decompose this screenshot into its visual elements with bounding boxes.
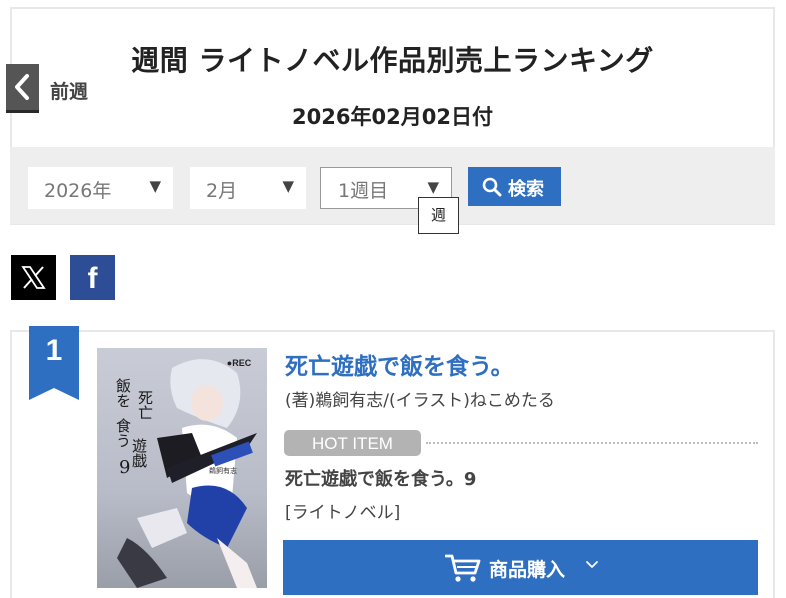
year-select-value: 2026年 xyxy=(44,180,112,202)
rec-text: ●REC xyxy=(227,358,252,368)
previous-week-link[interactable]: 前週 xyxy=(6,64,106,114)
rank-number: 1 xyxy=(45,334,63,367)
caret-down-icon: ▼ xyxy=(282,177,294,195)
caret-down-icon: ▼ xyxy=(427,178,439,196)
chevron-left-icon xyxy=(6,64,39,110)
cover-title-line: 遊戯 xyxy=(130,438,148,469)
search-button[interactable]: 検索 xyxy=(468,167,561,206)
book-cover-image[interactable]: ●REC 死亡 遊戯 飯を 食う 9 鵜飼有志 xyxy=(97,348,267,588)
buy-button[interactable]: 商品購入 xyxy=(283,540,758,595)
cover-title-line: 飯を xyxy=(114,378,132,408)
item-author: (著)鵜飼有志/(イラスト)ねこめたる xyxy=(285,391,555,411)
search-icon xyxy=(482,177,502,197)
year-select[interactable]: 2026年 ▼ xyxy=(28,167,173,209)
facebook-icon: f xyxy=(87,262,98,295)
cover-author: 鵜飼有志 xyxy=(209,466,237,475)
cover-title-line: 死亡 xyxy=(136,390,154,420)
rank-badge: 1 xyxy=(29,326,79,404)
share-facebook-button[interactable]: f xyxy=(70,255,115,300)
buy-button-label: 商品購入 xyxy=(489,559,566,581)
share-x-button[interactable] xyxy=(11,255,56,300)
previous-week-label: 前週 xyxy=(50,81,89,103)
ranking-date: 2026年02月02日付 xyxy=(292,105,493,129)
x-logo-icon xyxy=(21,266,46,289)
hot-item-title: 死亡遊戯で飯を食う。9 xyxy=(285,469,477,490)
month-select[interactable]: 2月 ▼ xyxy=(190,167,306,209)
hot-item-badge: HOT ITEM xyxy=(284,430,421,456)
week-select-value: 1週目 xyxy=(338,180,389,202)
dotted-divider xyxy=(426,442,758,444)
chevron-down-icon xyxy=(586,561,598,568)
item-title-link[interactable]: 死亡遊戯で飯を食う。 xyxy=(285,347,514,381)
cover-title-line: 食う xyxy=(114,418,132,448)
cart-icon xyxy=(445,554,481,582)
hot-item-category: [ライトノベル] xyxy=(285,503,401,523)
caret-down-icon: ▼ xyxy=(149,177,161,195)
cover-volume: 9 xyxy=(119,457,130,478)
page-title: 週間 ライトノベル作品別売上ランキング xyxy=(131,44,654,77)
month-select-value: 2月 xyxy=(206,180,238,202)
search-button-label: 検索 xyxy=(508,179,544,200)
week-tooltip: 週 xyxy=(418,197,459,234)
